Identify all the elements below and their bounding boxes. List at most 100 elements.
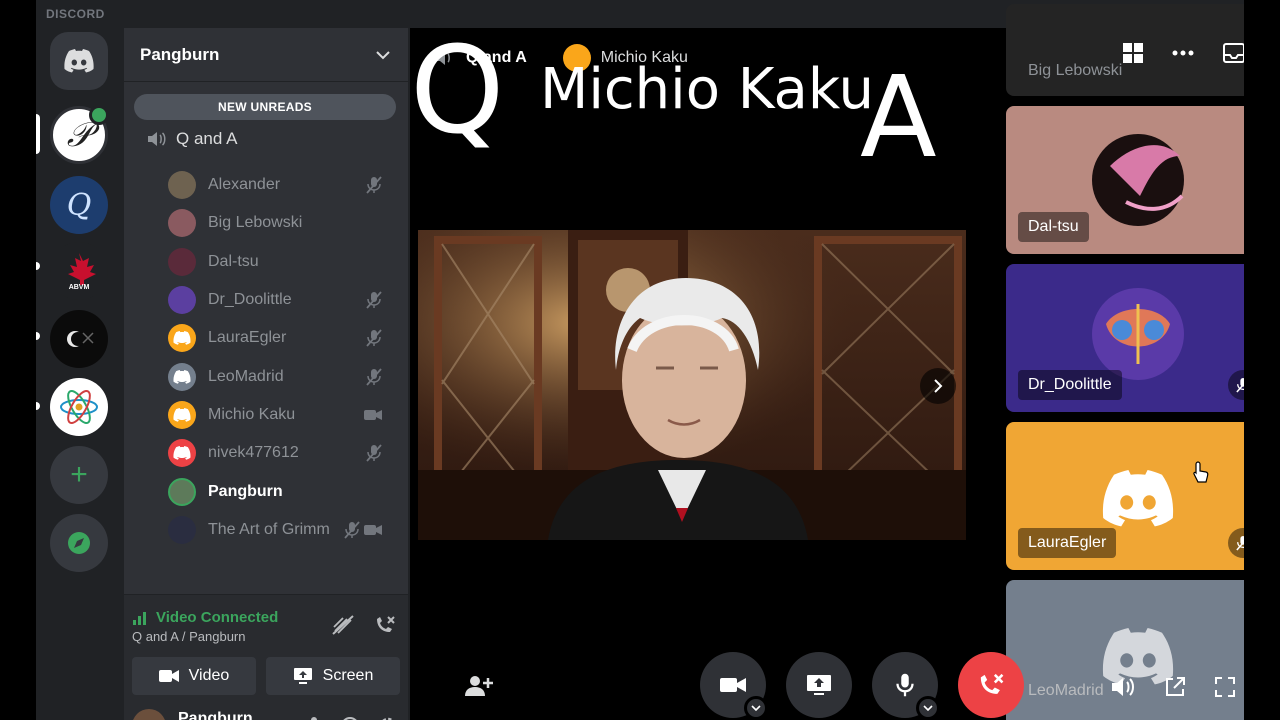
voice-member[interactable]: Alexander xyxy=(168,166,398,204)
disconnect-icon[interactable] xyxy=(374,615,396,635)
cursor-icon xyxy=(1193,461,1209,483)
video-button-label: Video xyxy=(188,667,230,684)
mic-muted-icon xyxy=(344,521,360,539)
explore-servers-button[interactable] xyxy=(50,514,108,572)
voice-member[interactable]: nivek477612 xyxy=(168,434,398,472)
stage-bottom-controls xyxy=(1110,676,1236,698)
overlay-q-letter: Q xyxy=(410,22,505,161)
fullscreen-icon[interactable] xyxy=(1214,676,1236,698)
stage-view-controls xyxy=(1122,42,1244,64)
voice-location[interactable]: Q and A / Pangburn xyxy=(132,629,245,644)
user-info[interactable]: Pangburn #6779 xyxy=(178,710,253,720)
headphones-icon[interactable] xyxy=(340,716,360,720)
main-video-feed[interactable] xyxy=(418,230,966,540)
share-screen-button[interactable] xyxy=(786,652,852,718)
voice-member[interactable]: The Art of Grimm xyxy=(168,511,398,549)
camera-icon xyxy=(158,670,179,682)
add-user-icon[interactable] xyxy=(464,674,494,698)
user-panel: Pangburn #6779 xyxy=(124,704,408,720)
screen-share-button[interactable]: Screen xyxy=(266,657,400,695)
voice-member[interactable]: Big Lebowski xyxy=(168,204,398,242)
avatar xyxy=(168,247,196,276)
server-pangburn[interactable]: 𝒫 xyxy=(50,105,109,164)
grid-view-icon[interactable] xyxy=(1122,42,1144,64)
participant-name: Dal-tsu xyxy=(1018,212,1089,242)
next-video-button[interactable] xyxy=(920,368,956,404)
chevron-down-icon xyxy=(923,705,933,711)
volume-icon[interactable] xyxy=(1110,676,1136,698)
voice-member[interactable]: LauraEgler xyxy=(168,319,398,357)
chevron-right-icon xyxy=(934,379,943,393)
server-atom-icon xyxy=(60,390,98,424)
pop-out-icon[interactable] xyxy=(1164,676,1186,698)
server-header[interactable]: Pangburn xyxy=(124,28,408,82)
camera-icon xyxy=(364,524,382,535)
inbox-icon[interactable] xyxy=(1222,42,1244,64)
call-controls xyxy=(410,640,1244,720)
server-rail: 𝒫 Q ABVM + xyxy=(36,28,122,720)
user-controls xyxy=(306,716,398,720)
gear-icon[interactable] xyxy=(378,716,398,720)
voice-members-list: Alexander Big Lebowski Dal-tsu Dr_Doolit… xyxy=(168,166,398,549)
home-button[interactable] xyxy=(50,32,108,90)
server-2[interactable]: Q xyxy=(50,176,108,234)
toggle-camera-button[interactable] xyxy=(700,652,768,720)
add-server-button[interactable]: + xyxy=(50,446,108,504)
mic-options-button[interactable] xyxy=(916,696,940,720)
server-5[interactable] xyxy=(50,378,108,436)
more-options-icon[interactable] xyxy=(1172,50,1194,56)
microphone-icon[interactable] xyxy=(306,716,322,720)
video-button[interactable]: Video xyxy=(132,657,256,695)
server-4[interactable] xyxy=(50,310,108,368)
camera-options-button[interactable] xyxy=(744,696,768,720)
video-stage: Q and A Michio Kaku Q Michio Kaku A Big … xyxy=(410,4,1244,720)
microphone-icon xyxy=(896,673,914,697)
discord-default-avatar xyxy=(168,362,196,391)
toggle-mic-button[interactable] xyxy=(872,652,940,720)
participant-tile[interactable]: Dal-tsu xyxy=(1006,106,1244,254)
disconnect-icon xyxy=(980,673,1004,694)
participant-tile[interactable]: LauraEgler xyxy=(1006,422,1244,570)
server-moon-icon xyxy=(67,331,94,347)
user-avatar[interactable] xyxy=(132,709,166,720)
leave-call-button[interactable] xyxy=(958,652,1024,718)
overlay-a-letter: A xyxy=(860,53,937,183)
voice-status[interactable]: Video Connected xyxy=(132,609,278,626)
voice-panel-icons xyxy=(332,615,396,635)
participant-tile[interactable]: Dr_Doolittle xyxy=(1006,264,1244,412)
member-name: Pangburn xyxy=(208,482,283,500)
member-name: Big Lebowski xyxy=(208,214,303,232)
avatar xyxy=(168,171,196,200)
video-frame xyxy=(418,230,966,540)
unread-indicator xyxy=(36,262,40,270)
avatar xyxy=(168,209,196,238)
screen-button-label: Screen xyxy=(322,667,374,684)
mic-muted-icon xyxy=(1236,536,1244,551)
server-quill-icon: Q xyxy=(66,187,92,223)
avatar xyxy=(168,515,196,544)
voice-member[interactable]: LeoMadrid xyxy=(168,357,398,395)
voice-channel-q-and-a[interactable]: Q and A xyxy=(132,122,400,156)
explore-icon xyxy=(68,532,90,554)
voice-channel-name: Q and A xyxy=(176,129,238,148)
notification-badge xyxy=(89,105,109,125)
discord-default-avatar xyxy=(168,324,196,353)
discord-default-avatar xyxy=(168,400,196,429)
server-p-icon: 𝒫 xyxy=(66,115,92,155)
avatar xyxy=(168,477,196,506)
voice-member[interactable]: Dr_Doolittle xyxy=(168,281,398,319)
participant-tiles: Big Lebowski Dal-tsu Dr_Doolittle LauraE… xyxy=(1006,4,1244,720)
participant-name: Big Lebowski xyxy=(1028,62,1123,79)
new-unreads-banner[interactable]: NEW UNREADS xyxy=(134,94,396,120)
screen-share-icon xyxy=(807,675,831,695)
unread-indicator-3 xyxy=(36,402,40,410)
noise-suppression-icon[interactable] xyxy=(332,615,354,635)
voice-member-self[interactable]: Pangburn xyxy=(168,472,398,510)
voice-member[interactable]: Dal-tsu xyxy=(168,243,398,281)
server-name: Pangburn xyxy=(140,44,220,64)
chevron-down-icon xyxy=(376,50,390,59)
participant-name: LauraEgler xyxy=(1018,528,1117,558)
voice-member[interactable]: Michio Kaku xyxy=(168,396,398,434)
user-name: Pangburn xyxy=(178,710,253,720)
server-3[interactable]: ABVM xyxy=(50,242,108,300)
